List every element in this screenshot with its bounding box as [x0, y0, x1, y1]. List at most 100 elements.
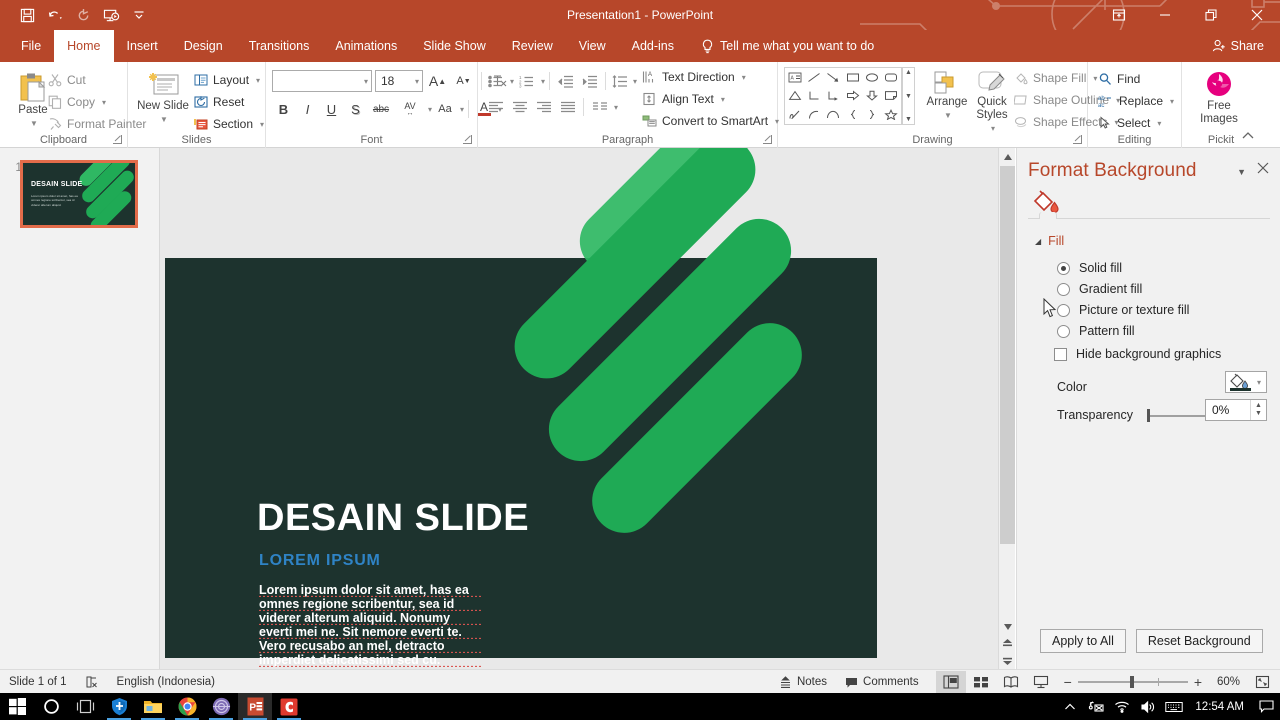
volume-icon[interactable] — [1135, 693, 1161, 720]
shape-down-arrow[interactable] — [862, 87, 881, 106]
hide-background-graphics-checkbox[interactable] — [1054, 347, 1067, 361]
font-name-combo[interactable]: ▾ — [272, 70, 372, 92]
option-gradient-fill[interactable]: Gradient fill — [1057, 282, 1142, 296]
reset-background-button[interactable]: Reset Background — [1135, 629, 1263, 653]
bold-button[interactable]: B — [272, 98, 295, 120]
show-hidden-icons-button[interactable] — [1057, 693, 1083, 720]
arrange-button[interactable]: Arrange ▼ — [920, 66, 974, 122]
font-dialog-launcher[interactable] — [462, 134, 473, 145]
pattern-fill-radio[interactable] — [1057, 324, 1070, 338]
google-chrome-button[interactable] — [170, 693, 204, 720]
slide-subtitle[interactable]: LOREM IPSUM — [259, 552, 381, 570]
transparency-slider-knob[interactable] — [1147, 409, 1150, 422]
close-icon[interactable] — [1234, 0, 1280, 30]
columns-button[interactable] — [588, 96, 611, 118]
option-solid-fill[interactable]: Solid fill — [1057, 261, 1122, 275]
shape-triangle[interactable] — [785, 87, 804, 106]
network-disconnected-icon[interactable] — [1083, 693, 1109, 720]
shape-right-angle[interactable] — [804, 87, 823, 106]
option-picture-or-texture-fill[interactable]: Picture or texture fill — [1057, 303, 1189, 317]
slide-surface[interactable]: DESAIN SLIDE LOREM IPSUM Lorem ipsum dol… — [165, 258, 877, 667]
slide-canvas[interactable]: DESAIN SLIDE LOREM IPSUM Lorem ipsum dol… — [160, 148, 1015, 669]
tell-me-box[interactable]: Tell me what you want to do — [687, 30, 874, 62]
font-size-combo[interactable]: 18 ▾ — [375, 70, 423, 92]
shape-arrow[interactable] — [824, 68, 843, 87]
collapse-ribbon-button[interactable] — [1242, 131, 1254, 144]
picture-or-texture-fill-radio[interactable] — [1057, 303, 1070, 317]
keyboard-icon[interactable] — [1161, 693, 1187, 720]
solid-fill-radio[interactable] — [1057, 261, 1070, 275]
layout-button[interactable]: Layout ▾ — [190, 69, 268, 91]
tab-file[interactable]: File — [8, 30, 54, 62]
text-shadow-button[interactable]: S — [344, 98, 367, 120]
zoom-slider-track[interactable] — [1077, 676, 1188, 688]
increase-font-size-button[interactable]: A ▲ — [426, 70, 449, 92]
clipboard-dialog-launcher[interactable] — [112, 134, 123, 145]
shapes-more-icon[interactable]: ▼ — [905, 116, 912, 123]
tab-transitions[interactable]: Transitions — [236, 30, 323, 62]
fill-collapse-triangle-icon[interactable]: ◢ — [1035, 237, 1041, 246]
tab-design[interactable]: Design — [171, 30, 236, 62]
shapes-scroll-up-icon[interactable]: ▲ — [905, 69, 912, 76]
tab-animations[interactable]: Animations — [322, 30, 410, 62]
shape-curve[interactable] — [824, 105, 843, 124]
shape-arc[interactable] — [804, 105, 823, 124]
shape-connector-elbow[interactable] — [824, 87, 843, 106]
shapes-gallery-scroll[interactable]: ▲ ▼ ▼ — [902, 67, 915, 125]
shape-line[interactable] — [804, 68, 823, 87]
paste-dropdown-caret[interactable]: ▼ — [30, 117, 38, 130]
minimize-icon[interactable] — [1142, 0, 1188, 30]
numbering-caret[interactable]: ▾ — [541, 77, 545, 86]
powerpoint-button[interactable]: P — [238, 693, 272, 720]
replace-button[interactable]: ab ac Replace ▾ — [1094, 90, 1178, 112]
comments-button[interactable]: Comments — [836, 670, 928, 694]
shape-star[interactable] — [882, 105, 901, 124]
ribbon-display-options-icon[interactable] — [1096, 0, 1142, 30]
fill-section-header[interactable]: ◢ Fill — [1035, 234, 1064, 248]
quick-styles-button[interactable]: Quick Styles ▾ — [970, 66, 1014, 135]
scroll-up-button[interactable] — [999, 148, 1015, 165]
slide-title[interactable]: DESAIN SLIDE — [257, 498, 529, 538]
shape-right-brace[interactable] — [862, 105, 881, 124]
section-dropdown-caret[interactable]: ▾ — [260, 120, 264, 129]
background-color-button[interactable]: ▾ — [1225, 371, 1267, 393]
new-slide-dropdown-caret[interactable]: ▼ — [160, 113, 168, 126]
drawing-dialog-launcher[interactable] — [1072, 134, 1083, 145]
reset-button[interactable]: Reset — [190, 91, 268, 113]
select-button[interactable]: Select ▾ — [1094, 112, 1178, 134]
increase-indent-button[interactable] — [578, 70, 601, 92]
option-hide-background-graphics[interactable]: Hide background graphics — [1054, 347, 1221, 361]
slide-thumbnail-pane[interactable]: 1 DESAIN SLIDE Lorem ipsum dolor sit ame… — [0, 148, 160, 669]
previous-slide-button[interactable] — [999, 635, 1015, 652]
new-slide-button[interactable]: New Slide ▼ — [136, 68, 190, 126]
align-text-caret[interactable]: ▾ — [721, 95, 725, 104]
gradient-fill-radio[interactable] — [1057, 282, 1070, 296]
change-case-button[interactable]: Aa — [433, 98, 457, 120]
restore-icon[interactable] — [1188, 0, 1234, 30]
internet-download-manager-button[interactable] — [204, 693, 238, 720]
shape-left-brace[interactable] — [843, 105, 862, 124]
numbering-button[interactable]: 1 2 3 — [515, 70, 538, 92]
tab-slide-show[interactable]: Slide Show — [410, 30, 499, 62]
character-spacing-button[interactable]: AV ↔ — [395, 98, 425, 120]
pane-close-icon[interactable] — [1257, 162, 1269, 176]
paragraph-dialog-launcher[interactable] — [762, 134, 773, 145]
task-view-button[interactable] — [68, 693, 102, 720]
zoom-slider-knob[interactable] — [1129, 676, 1134, 688]
layout-dropdown-caret[interactable]: ▾ — [256, 76, 260, 85]
columns-caret[interactable]: ▾ — [614, 103, 618, 112]
align-center-button[interactable] — [508, 96, 531, 118]
font-name-caret[interactable]: ▾ — [364, 77, 368, 86]
wifi-icon[interactable] — [1109, 693, 1135, 720]
zoom-percentage[interactable]: 60% — [1208, 676, 1240, 688]
fit-slide-to-window-button[interactable] — [1248, 671, 1276, 693]
zoom-out-button[interactable]: − — [1064, 674, 1072, 690]
change-case-caret[interactable]: ▾ — [460, 105, 464, 114]
proofing-error-indicator[interactable] — [76, 670, 108, 694]
transparency-spin-arrows[interactable]: ▲ ▼ — [1250, 400, 1266, 420]
slide-show-view-button[interactable] — [1026, 671, 1056, 693]
line-spacing-button[interactable] — [610, 70, 630, 92]
text-direction-button[interactable]: A Text Direction ▾ — [638, 66, 783, 88]
decrease-indent-button[interactable] — [554, 70, 577, 92]
bullets-button[interactable] — [484, 70, 507, 92]
